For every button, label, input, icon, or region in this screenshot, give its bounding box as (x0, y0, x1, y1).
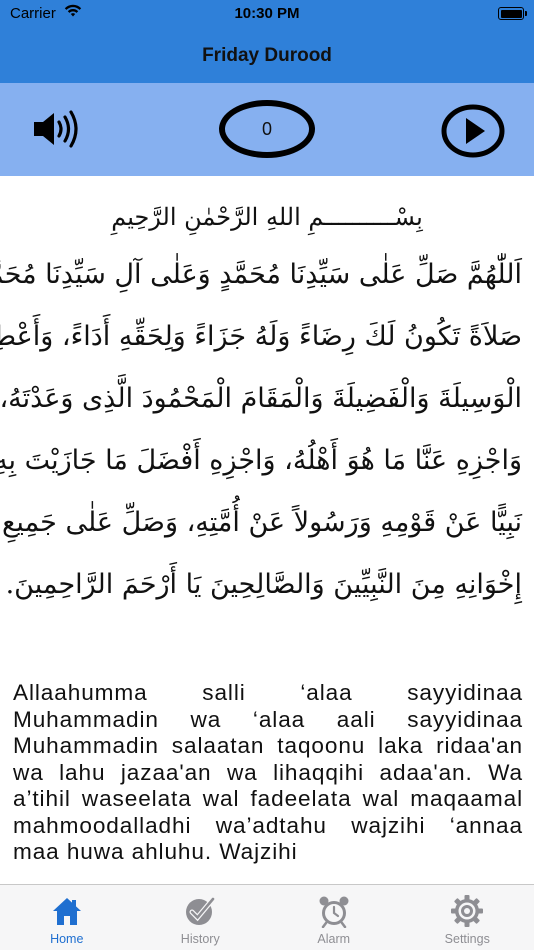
status-time: 10:30 PM (234, 5, 300, 22)
arabic-line: الْوَسِيلَةَ وَالْفَضِيلَةَ وَالْمَقَامَ… (0, 383, 522, 414)
play-circle-icon (441, 104, 505, 158)
controls-panel: 0 (0, 83, 534, 176)
tab-label: Home (50, 932, 84, 946)
tab-history[interactable]: History (134, 885, 268, 950)
tab-label: History (180, 932, 220, 946)
counter-button[interactable]: 0 (219, 100, 315, 158)
arabic-line: اَللّٰهُمَّ صَلِّ عَلٰى سَيِّدِنَا مُحَم… (0, 259, 522, 290)
navigation-bar: Friday Durood (0, 28, 534, 83)
tab-home[interactable]: Home (0, 885, 134, 950)
transliteration-text: Allaahumma salli ‘alaa sayyidinaa Muhamm… (13, 680, 523, 864)
page-title: Friday Durood (202, 44, 332, 66)
arabic-line: صَلاَةً تَكُونُ لَكَ رِضَاءً وَلَهُ جَزَ… (0, 321, 522, 352)
arabic-line: وَاجْزِهِ عَنَّا مَا هُوَ أَهْلُهُ، وَاج… (0, 445, 522, 476)
tab-label: Alarm (317, 932, 351, 946)
tab-label: Settings (444, 932, 490, 946)
alarm-clock-icon (319, 896, 349, 928)
arabic-line: نَبِيًّا عَنْ قَوْمِهِ وَرَسُولاً عَنْ أ… (2, 507, 522, 538)
arabic-durood-text: بِسْــــــــــمِ اللهِ الرَّحْمٰنِ الرَّ… (0, 190, 522, 616)
checkmark-circle-icon (186, 896, 216, 925)
tab-bar: Home History Alarm Settings (0, 884, 534, 950)
tab-settings[interactable]: Settings (401, 885, 534, 950)
home-icon (52, 898, 81, 925)
battery-icon (498, 7, 527, 20)
speaker-volume-icon[interactable] (32, 109, 86, 149)
play-button[interactable] (441, 104, 505, 158)
tab-alarm[interactable]: Alarm (267, 885, 401, 950)
gear-icon (451, 895, 484, 927)
basmala-line: بِسْــــــــــمِ اللهِ الرَّحْمٰنِ الرَّ… (111, 203, 423, 231)
status-bar: Carrier 10:30 PM (0, 0, 534, 28)
counter-value: 0 (261, 118, 272, 139)
arabic-line: إِخْوَانِهِ مِنَ النَّبِيِّينَ وَالصَّال… (5, 569, 522, 600)
